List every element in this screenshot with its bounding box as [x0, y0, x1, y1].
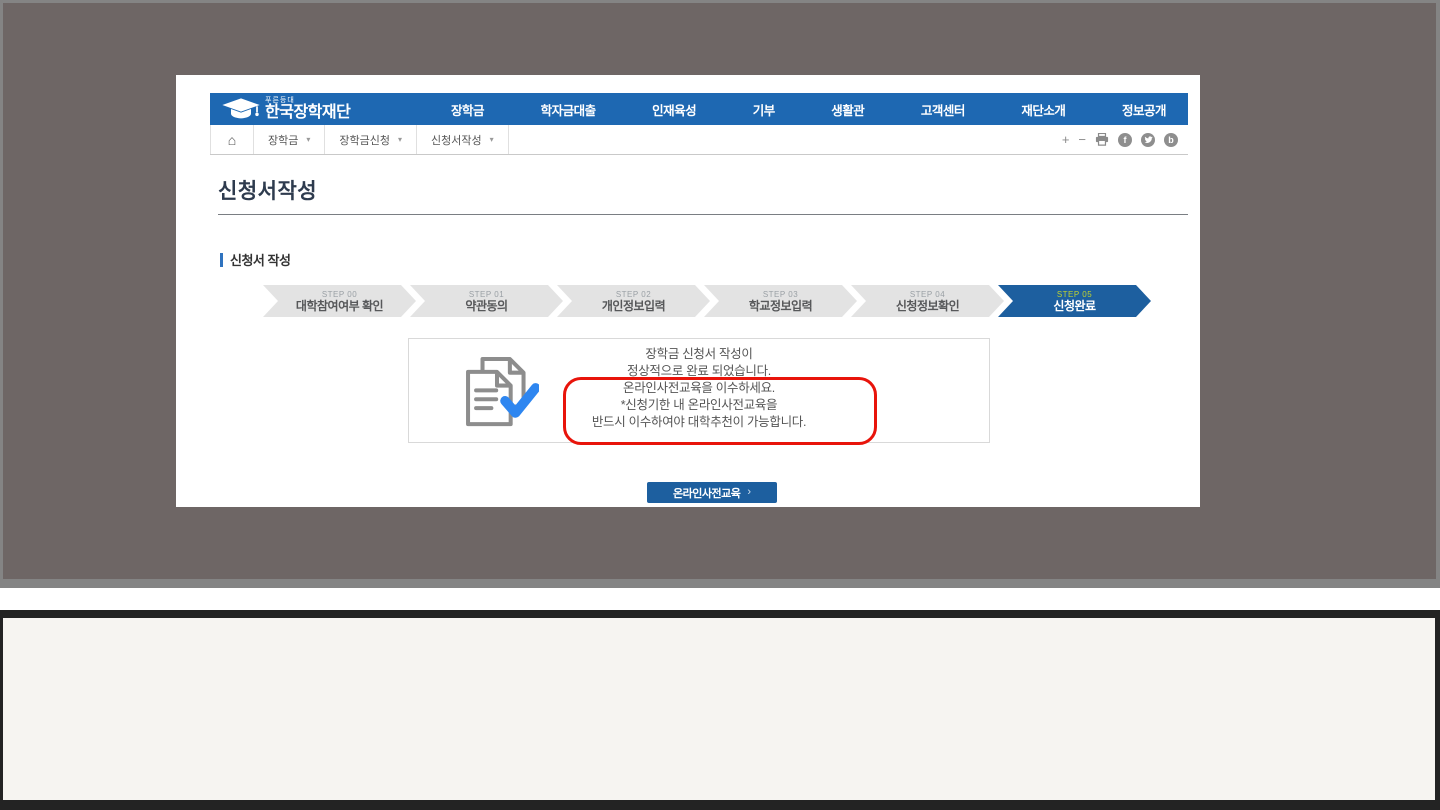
- chevron-right-icon: ›: [747, 487, 751, 498]
- home-icon: ⌂: [228, 133, 236, 147]
- step-04: STEP 04 신청정보확인: [851, 285, 1004, 317]
- completion-message: 장학금 신청서 작성이 정상적으로 완료 되었습니다. 온라인사전교육을 이수하…: [409, 346, 989, 431]
- home-button[interactable]: ⌂: [210, 125, 254, 154]
- title-divider: [218, 214, 1188, 215]
- step-03: STEP 03 학교정보입력: [704, 285, 857, 317]
- message-line-1: 장학금 신청서 작성이: [409, 346, 989, 363]
- breadcrumb-item-apply[interactable]: 장학금신청 ▾: [325, 125, 417, 154]
- nav-item-talent[interactable]: 인재육성: [652, 100, 696, 119]
- nav-item-student-loan[interactable]: 학자금대출: [541, 100, 596, 119]
- zoom-in-button[interactable]: +: [1062, 133, 1070, 146]
- page-title: 신청서작성: [218, 175, 317, 205]
- graduation-cap-icon: [221, 96, 261, 122]
- message-line-2: 정상적으로 완료 되었습니다.: [409, 363, 989, 380]
- chevron-down-icon: ▾: [398, 135, 402, 144]
- nav-item-dormitory[interactable]: 생활관: [831, 100, 864, 119]
- blog-icon[interactable]: b: [1164, 133, 1178, 147]
- section-accent-bar: [220, 253, 223, 267]
- browser-screenshot-panel: 푸른등대 한국장학재단 장학금 학자금대출 인재육성 기부 생활관 고객센터 재…: [176, 75, 1200, 507]
- message-line-4: *신청기한 내 온라인사전교육을: [409, 397, 989, 414]
- completion-message-box: 장학금 신청서 작성이 정상적으로 완료 되었습니다. 온라인사전교육을 이수하…: [408, 338, 990, 443]
- facebook-icon[interactable]: f: [1118, 133, 1132, 147]
- zoom-out-button[interactable]: −: [1078, 133, 1086, 146]
- page-tools: + − f b: [1062, 125, 1188, 154]
- nav-item-disclosure[interactable]: 정보공개: [1122, 100, 1166, 119]
- step-indicator: STEP 00 대학참여여부 확인 STEP 01 약관동의 STEP 02 개…: [263, 285, 1151, 317]
- nav-item-about[interactable]: 재단소개: [1021, 100, 1065, 119]
- chevron-down-icon: ▾: [306, 135, 310, 144]
- bottom-empty-panel: [3, 618, 1435, 800]
- nav-item-donation[interactable]: 기부: [753, 100, 775, 119]
- chevron-down-icon: ▾: [490, 135, 494, 144]
- global-nav-bar: 푸른등대 한국장학재단 장학금 학자금대출 인재육성 기부 생활관 고객센터 재…: [210, 93, 1188, 125]
- online-pre-education-button[interactable]: 온라인사전교육 ›: [647, 482, 777, 503]
- nav-item-scholarship[interactable]: 장학금: [451, 100, 484, 119]
- message-line-3: 온라인사전교육을 이수하세요.: [409, 380, 989, 397]
- message-line-5: 반드시 이수하여야 대학추천이 가능합니다.: [409, 414, 989, 431]
- bottom-frame: [0, 610, 1440, 810]
- logo-small-text: 푸른등대: [265, 97, 350, 104]
- step-01: STEP 01 약관동의: [410, 285, 563, 317]
- breadcrumb-item-form[interactable]: 신청서작성 ▾: [417, 125, 509, 154]
- step-02: STEP 02 개인정보입력: [557, 285, 710, 317]
- step-05-active: STEP 05 신청완료: [998, 285, 1151, 317]
- printer-icon[interactable]: [1095, 133, 1109, 146]
- section-heading: 신청서 작성: [220, 250, 290, 269]
- nav-item-customer-center[interactable]: 고객센터: [921, 100, 965, 119]
- twitter-icon[interactable]: [1141, 133, 1155, 147]
- breadcrumb-item-scholarship[interactable]: 장학금 ▾: [254, 125, 325, 154]
- site-logo[interactable]: 푸른등대 한국장학재단: [210, 96, 415, 122]
- breadcrumb: ⌂ 장학금 ▾ 장학금신청 ▾ 신청서작성 ▾ + −: [210, 125, 1188, 155]
- logo-name: 한국장학재단: [265, 105, 350, 121]
- section-title: 신청서 작성: [230, 250, 290, 269]
- step-00: STEP 00 대학참여여부 확인: [263, 285, 416, 317]
- global-nav-menu: 장학금 학자금대출 인재육성 기부 생활관 고객센터 재단소개 정보공개: [415, 100, 1188, 119]
- screenshot-stage: 푸른등대 한국장학재단 장학금 학자금대출 인재육성 기부 생활관 고객센터 재…: [0, 0, 1440, 810]
